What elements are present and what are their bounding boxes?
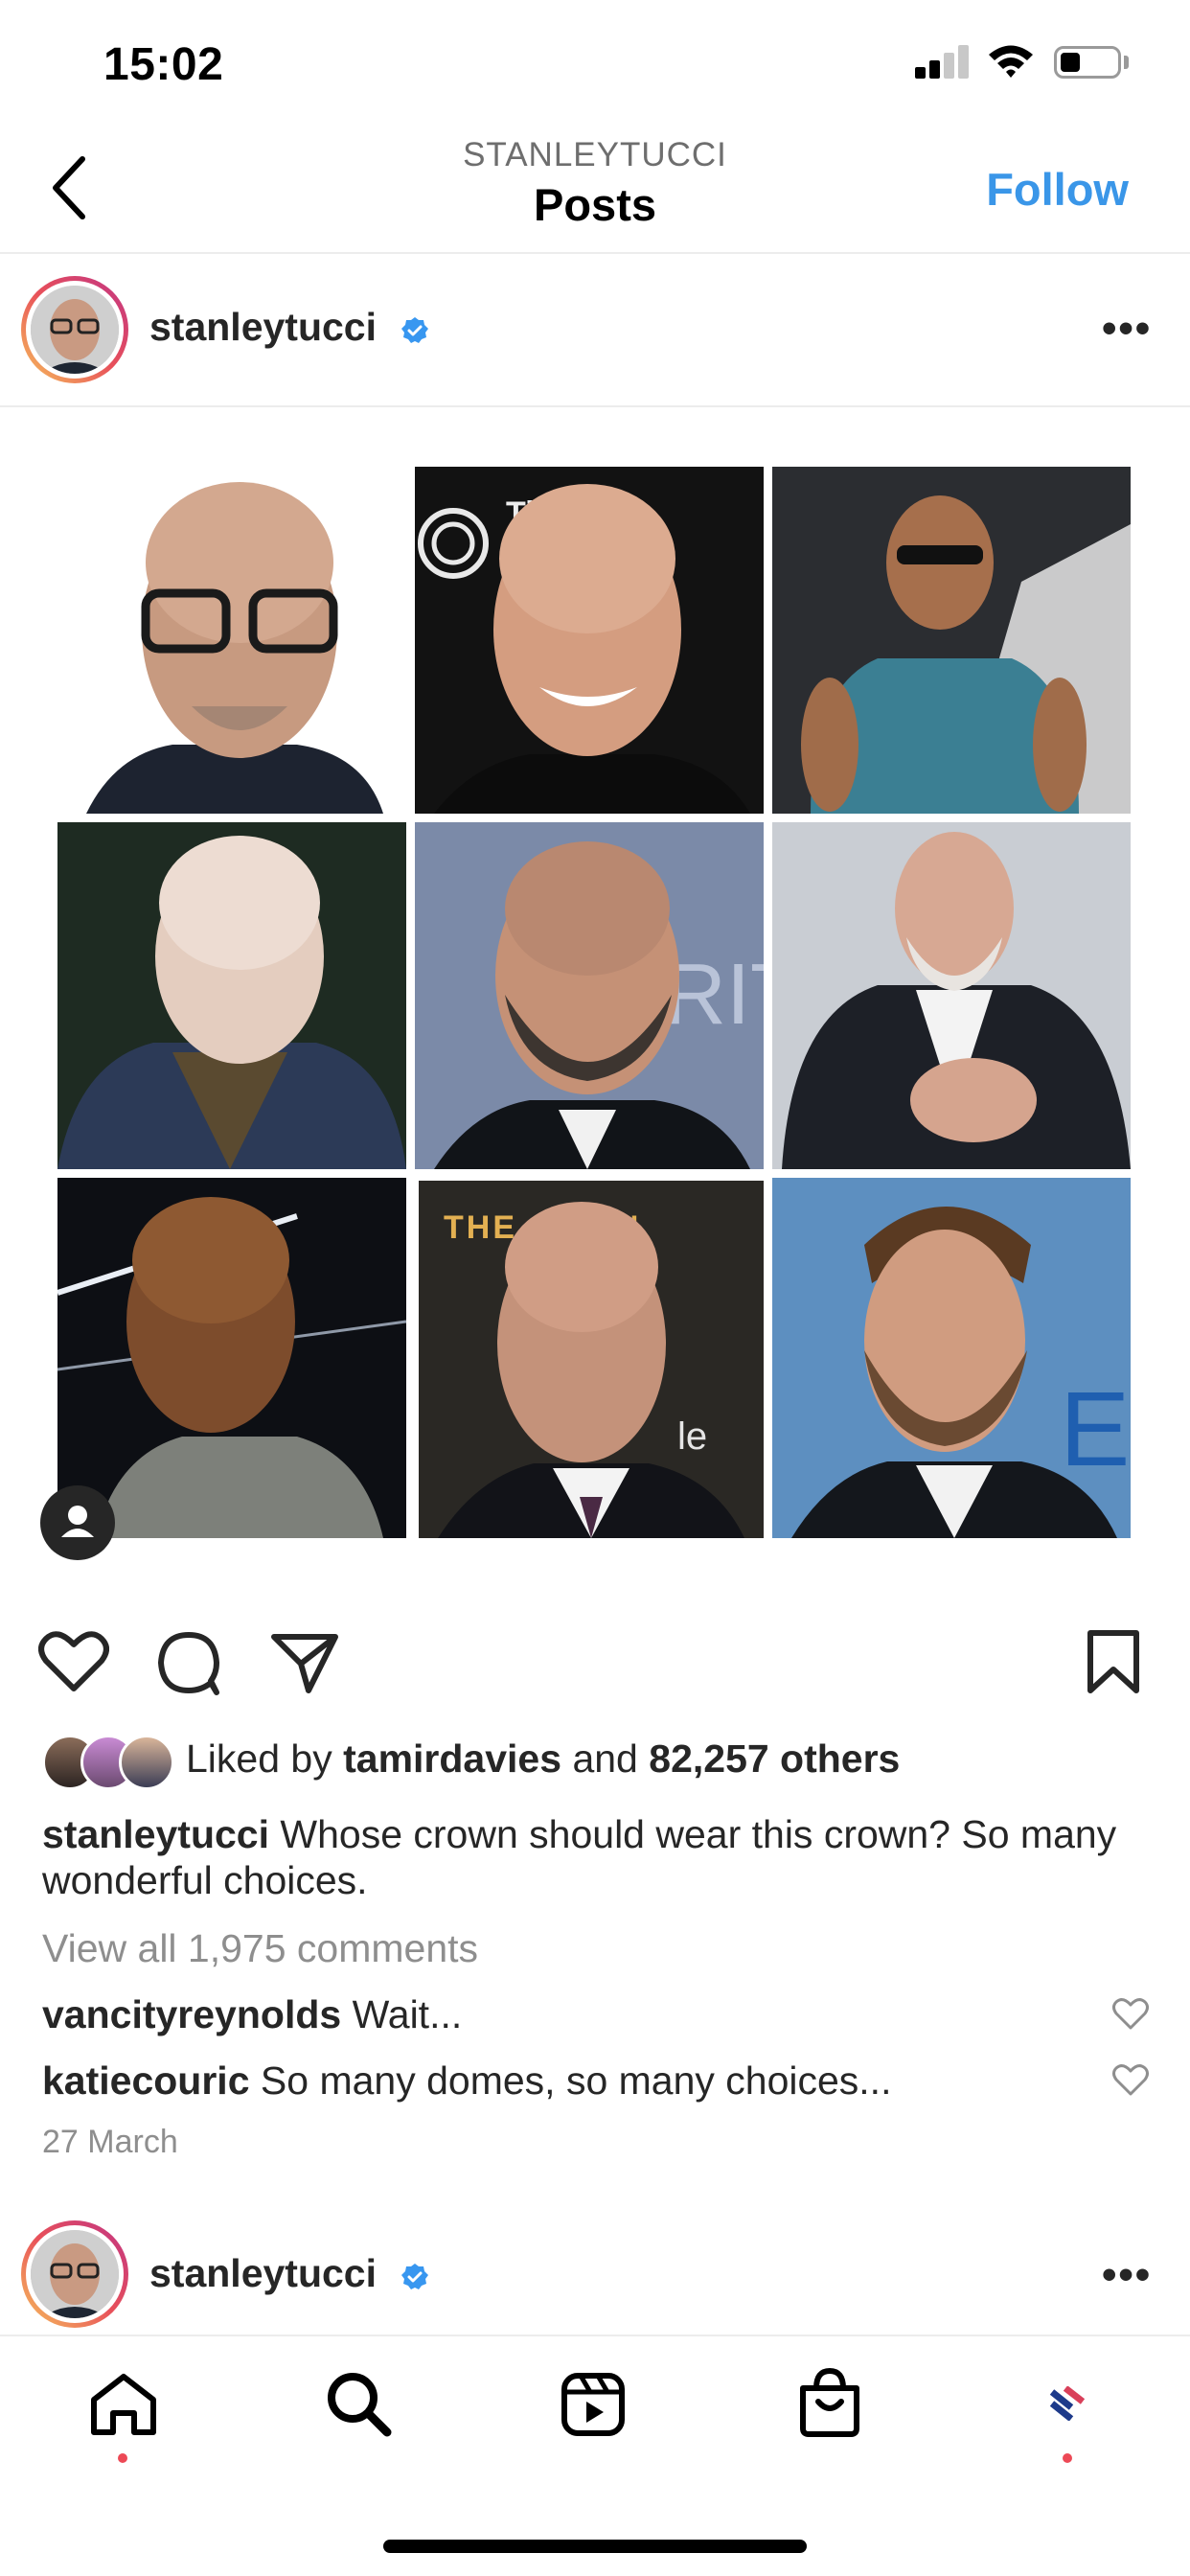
share-paper-plane-icon[interactable] [270, 1631, 339, 1694]
svg-text:E: E [1060, 1370, 1130, 1488]
status-time: 15:02 [103, 39, 224, 90]
grid-photo-7 [57, 1178, 406, 1538]
grid-photo-5: RIT [415, 822, 764, 1169]
search-icon[interactable] [324, 2369, 393, 2438]
comment-author[interactable]: katiecouric [42, 2058, 250, 2103]
comment-row: katiecouric So many domes, so many choic… [42, 2058, 891, 2104]
comment-like-heart-icon[interactable] [1111, 2061, 1150, 2100]
like-heart-icon[interactable] [38, 1629, 109, 1692]
grid-photo-3 [772, 467, 1131, 814]
next-post-author-username[interactable]: stanleytucci [149, 2251, 377, 2296]
post-image[interactable]: Tim RIT [57, 467, 1131, 1538]
shop-icon[interactable] [797, 2367, 862, 2440]
reels-icon[interactable] [560, 2371, 627, 2438]
bottom-nav-divider [0, 2334, 1190, 2336]
liker-username[interactable]: tamirdavies [343, 1736, 561, 1781]
person-icon [61, 1506, 94, 1537]
verified-badge-icon [401, 317, 428, 343]
grid-photo-8: THE ATION le [419, 1181, 764, 1538]
post-options-icon[interactable]: ••• [1102, 305, 1152, 353]
follow-button[interactable]: Follow [986, 163, 1129, 216]
next-post-options-icon[interactable]: ••• [1102, 2251, 1152, 2299]
home-icon[interactable] [88, 2371, 159, 2438]
battery-tip [1124, 56, 1129, 69]
tile-8-sign-text-2: le [677, 1415, 707, 1458]
grid-photo-4 [57, 822, 406, 1169]
save-bookmark-icon[interactable] [1085, 1629, 1142, 1694]
liker-avatars [42, 1735, 176, 1790]
comment-text: So many domes, so many choices... [260, 2058, 892, 2103]
likes-count[interactable]: 82,257 others [649, 1736, 900, 1781]
battery-level [1061, 53, 1080, 72]
view-all-comments-link[interactable]: View all 1,975 comments [42, 1926, 478, 1971]
header-divider [0, 252, 1190, 254]
comment-text: Wait... [352, 1992, 463, 2036]
likes-summary[interactable]: Liked by tamirdavies and 82,257 others [186, 1736, 900, 1782]
grid-photo-9: E [772, 1178, 1131, 1538]
post-header-divider [0, 405, 1190, 407]
home-notification-dot [118, 2453, 127, 2463]
cellular-signal-icon [915, 44, 969, 79]
post-caption: stanleytucci Whose crown should wear thi… [42, 1811, 1144, 1903]
wifi-icon [989, 45, 1033, 78]
comment-author[interactable]: vancityreynolds [42, 1992, 341, 2036]
svg-text:RIT: RIT [664, 947, 764, 1043]
grid-photo-1 [57, 467, 406, 814]
post-date: 27 March [42, 2124, 178, 2160]
profile-notification-dot [1063, 2453, 1072, 2463]
verified-badge-icon [401, 2264, 428, 2289]
next-post-author-avatar[interactable] [21, 2220, 128, 2328]
author-avatar[interactable] [21, 276, 128, 383]
grid-photo-6 [772, 822, 1131, 1169]
caption-author[interactable]: stanleytucci [42, 1812, 269, 1856]
home-indicator [383, 2540, 807, 2553]
profile-icon[interactable] [1050, 2386, 1085, 2421]
likes-prefix: Liked by [186, 1736, 332, 1781]
comment-row: vancityreynolds Wait... [42, 1992, 462, 2037]
post-author-username[interactable]: stanleytucci [149, 305, 377, 350]
comment-like-heart-icon[interactable] [1111, 1995, 1150, 2034]
comment-bubble-icon[interactable] [155, 1629, 222, 1696]
grid-photo-2: Tim [415, 467, 764, 814]
likes-conjunction: and [572, 1736, 638, 1781]
tagged-people-button[interactable] [40, 1485, 115, 1560]
battery-icon [1054, 46, 1121, 79]
